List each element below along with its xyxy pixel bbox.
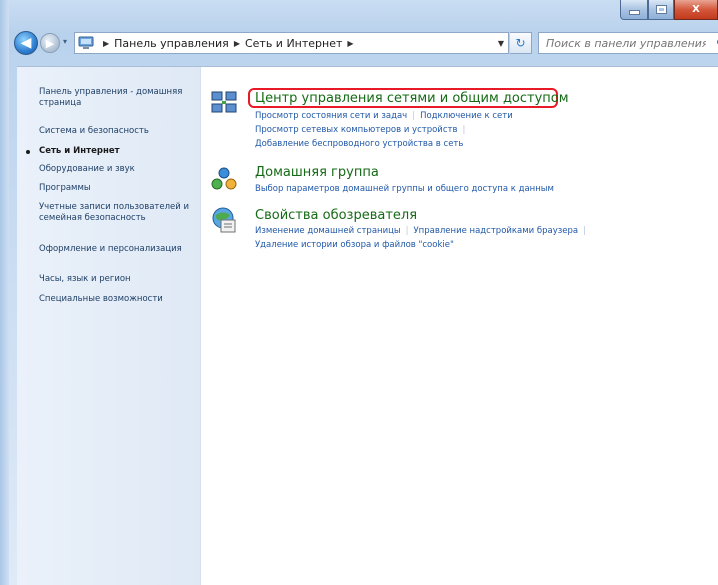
- main-pane: Центр управления сетями и общим доступом…: [210, 67, 718, 585]
- sidebar-item-user-accounts[interactable]: Учетные записи пользователей и семейная …: [39, 202, 197, 224]
- forward-button[interactable]: ▶: [40, 33, 60, 53]
- sidebar: Панель управления - домашняя страница Си…: [17, 67, 201, 585]
- link-divider: |: [462, 125, 466, 135]
- forward-arrow-icon: ▶: [45, 36, 55, 50]
- task-link[interactable]: Подключение к сети: [420, 111, 513, 121]
- internet-options-icon: [212, 207, 236, 233]
- minimize-icon: [628, 10, 640, 15]
- category-title-link[interactable]: Свойства обозревателя: [255, 208, 417, 223]
- sidebar-item-accessibility[interactable]: Специальные возможности: [39, 294, 197, 305]
- sidebar-item-hardware-sound[interactable]: Оборудование и звук: [39, 164, 197, 175]
- task-link[interactable]: Управление надстройками браузера: [414, 226, 579, 236]
- task-link[interactable]: Выбор параметров домашней группы и общег…: [255, 184, 554, 194]
- breadcrumb-chevron-icon[interactable]: ▶: [347, 39, 353, 48]
- close-button[interactable]: X: [674, 0, 718, 20]
- category-title-link[interactable]: Домашняя группа: [255, 165, 379, 180]
- link-divider: |: [405, 226, 409, 236]
- control-panel-icon: [78, 36, 94, 49]
- back-arrow-icon: ◀: [20, 35, 32, 51]
- task-links-row: Добавление беспроводного устройства в се…: [255, 139, 463, 149]
- breadcrumb-item-network[interactable]: Сеть и Интернет: [245, 37, 342, 50]
- homegroup-icon: [211, 167, 237, 190]
- task-links-row: Удаление истории обзора и файлов "cookie…: [255, 240, 454, 250]
- network-center-icon: [211, 91, 237, 113]
- search-input[interactable]: [544, 35, 708, 51]
- minimize-button[interactable]: [620, 0, 648, 20]
- refresh-icon: ↻: [515, 36, 526, 50]
- maximize-button[interactable]: [648, 0, 674, 20]
- task-links-row: Просмотр сетевых компьютеров и устройств…: [255, 125, 470, 135]
- task-link[interactable]: Добавление беспроводного устройства в се…: [255, 139, 463, 149]
- task-links-row: Выбор параметров домашней группы и общег…: [255, 184, 554, 194]
- task-link[interactable]: Просмотр состояния сети и задач: [255, 111, 407, 121]
- breadcrumb-chevron-icon[interactable]: ▶: [234, 39, 240, 48]
- search-box[interactable]: ⚲: [538, 32, 718, 54]
- sidebar-item-label: Сеть и Интернет: [39, 146, 120, 156]
- breadcrumb-item-control-panel[interactable]: Панель управления: [114, 37, 229, 50]
- sidebar-item-system-security[interactable]: Система и безопасность: [39, 126, 197, 137]
- sidebar-item-network-internet[interactable]: Сеть и Интернет: [26, 146, 197, 157]
- sidebar-item-clock-region[interactable]: Часы, язык и регион: [39, 274, 197, 285]
- close-icon: X: [692, 4, 700, 15]
- task-link[interactable]: Просмотр сетевых компьютеров и устройств: [255, 125, 457, 135]
- sidebar-item-programs[interactable]: Программы: [39, 183, 197, 194]
- navigation-bar: ◀ ▶ ▾ ▶ Панель управления ▶ Сеть и Интер…: [14, 27, 718, 59]
- refresh-button[interactable]: ↻: [510, 32, 532, 54]
- back-button[interactable]: ◀: [14, 31, 38, 55]
- task-links-row: Просмотр состояния сети и задач | Подключе…: [255, 111, 513, 121]
- sidebar-item-appearance[interactable]: Оформление и персонализация: [39, 244, 197, 255]
- task-links-row: Изменение домашней страницы | Управление н…: [255, 226, 591, 236]
- link-divider: |: [583, 226, 587, 236]
- breadcrumb-chevron-icon: ▶: [103, 38, 110, 48]
- link-divider: |: [412, 111, 416, 121]
- address-dropdown-icon[interactable]: ▼: [494, 39, 508, 48]
- maximize-icon: [655, 5, 667, 14]
- current-item-bullet-icon: [26, 150, 30, 154]
- explorer-window: X ◀ ▶ ▾ ▶ Панель управления ▶ Сеть и Инт…: [0, 0, 718, 585]
- address-bar[interactable]: ▶ Панель управления ▶ Сеть и Интернет ▶ …: [74, 32, 509, 54]
- task-link[interactable]: Изменение домашней страницы: [255, 226, 401, 236]
- content-pane: Панель управления - домашняя страница Си…: [17, 66, 718, 585]
- history-dropdown-button[interactable]: ▾: [63, 37, 67, 46]
- task-link[interactable]: Удаление истории обзора и файлов "cookie…: [255, 240, 454, 250]
- sidebar-item-home[interactable]: Панель управления - домашняя страница: [39, 87, 197, 109]
- caption-buttons: X: [620, 0, 718, 22]
- category-title-link[interactable]: Центр управления сетями и общим доступом: [255, 91, 569, 106]
